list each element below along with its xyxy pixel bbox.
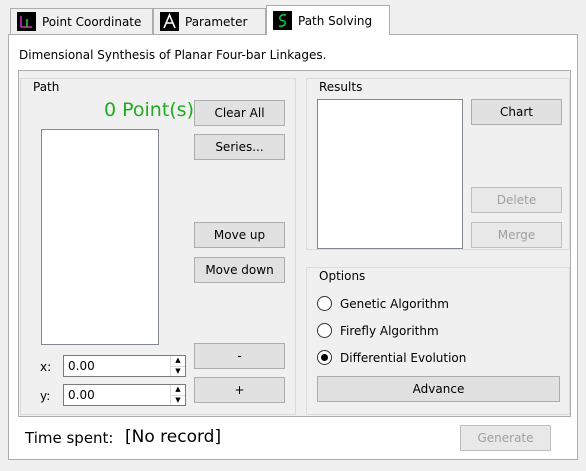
series-button[interactable]: Series... [194,134,285,160]
x-label: x: [40,360,52,374]
radio-icon[interactable] [317,323,332,338]
path-group: Path 0 Point(s) Clear All Series... Move… [20,78,296,415]
move-up-button[interactable]: Move up [194,222,285,248]
y-label: y: [40,389,51,403]
y-coordinate-spinbox[interactable]: 0.00 ▲ ▼ [63,384,186,406]
tab-label: Point Coordinate [42,14,142,29]
spin-up-icon[interactable]: ▲ [171,356,185,366]
firefly-algorithm-radio[interactable]: Firefly Algorithm [317,323,439,338]
spin-down-icon[interactable]: ▼ [171,394,185,406]
time-spent-label: Time spent: [25,429,114,447]
path-points-list[interactable] [41,129,159,345]
merge-button[interactable]: Merge [471,222,562,248]
points-count: 0 Point(s) [103,99,194,121]
differential-evolution-radio[interactable]: Differential Evolution [317,350,466,365]
x-coordinate-spinbox[interactable]: 0.00 ▲ ▼ [63,355,186,377]
tab-point-coordinate[interactable]: Point Coordinate [10,8,153,34]
radio-icon[interactable] [317,296,332,311]
radio-checked-icon[interactable] [317,350,332,365]
path-solving-pane: Dimensional Synthesis of Planar Four-bar… [8,34,578,460]
radio-label: Genetic Algorithm [340,296,449,311]
delete-button[interactable]: Delete [471,187,562,213]
clear-all-button[interactable]: Clear All [194,100,285,126]
results-group-title: Results [317,80,365,94]
parameter-icon [160,12,179,31]
advance-button[interactable]: Advance [317,376,560,402]
tab-label: Path Solving [298,13,373,28]
tab-parameter[interactable]: Parameter [153,8,266,34]
add-point-button[interactable]: + [194,377,285,403]
spin-down-icon[interactable]: ▼ [171,365,185,377]
time-spent-value: [No record] [125,427,222,447]
solving-panel: Path 0 Point(s) Clear All Series... Move… [18,70,571,417]
y-value: 0.00 [68,388,95,402]
move-down-button[interactable]: Move down [194,257,285,283]
chart-button[interactable]: Chart [471,99,562,125]
x-spin-arrows: ▲ ▼ [170,356,185,376]
genetic-algorithm-radio[interactable]: Genetic Algorithm [317,296,449,311]
options-group: Options Genetic Algorithm Firefly Algori… [306,267,570,415]
point-coordinate-icon [17,12,36,31]
tab-label: Parameter [185,14,248,29]
generate-button[interactable]: Generate [460,425,551,451]
radio-label: Firefly Algorithm [340,323,439,338]
path-solving-icon [273,11,292,30]
spin-up-icon[interactable]: ▲ [171,385,185,395]
remove-point-button[interactable]: - [194,343,285,369]
y-spin-arrows: ▲ ▼ [170,385,185,405]
path-group-title: Path [31,80,62,94]
results-list[interactable] [317,99,463,249]
options-group-title: Options [317,269,368,283]
radio-label: Differential Evolution [340,350,467,365]
page-subtitle: Dimensional Synthesis of Planar Four-bar… [19,48,327,62]
x-value: 0.00 [68,359,95,373]
tab-path-solving[interactable]: Path Solving [266,5,390,35]
results-group: Results Chart Delete Merge [306,78,570,250]
